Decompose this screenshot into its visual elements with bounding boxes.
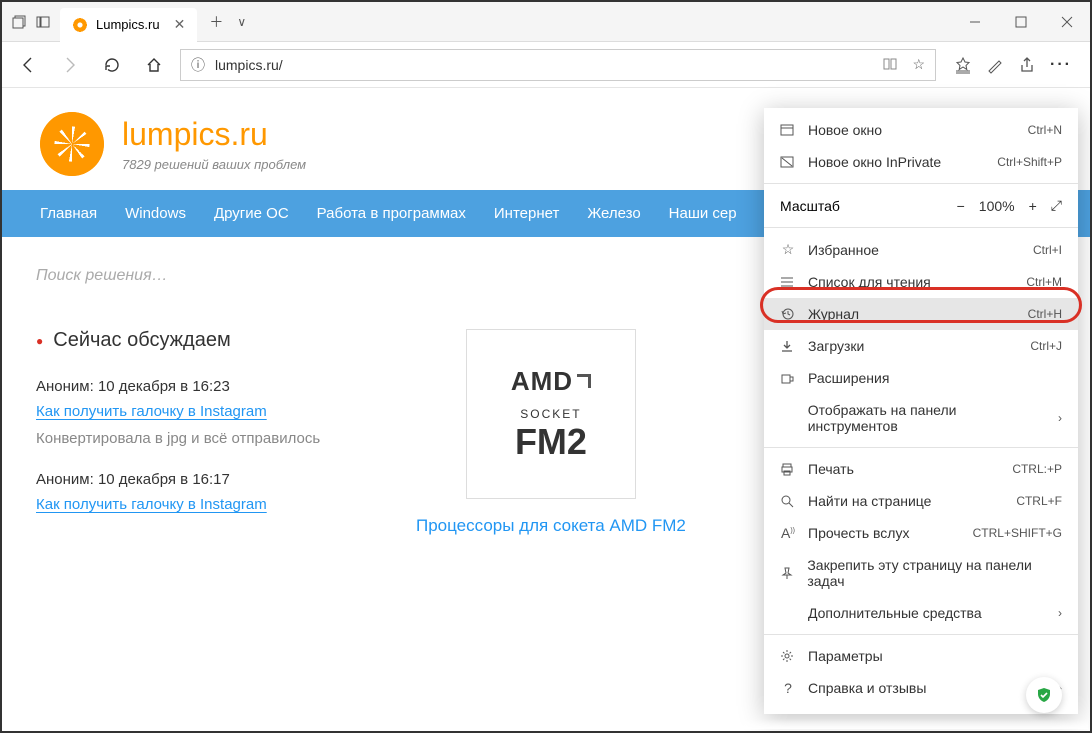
menu-extensions[interactable]: Расширения <box>764 362 1078 394</box>
titlebar: Lumpics.ru ✕ ＋ ∨ <box>2 2 1090 42</box>
zoom-in-button[interactable]: + <box>1029 198 1037 214</box>
extension-icon <box>780 371 796 385</box>
address-bar: ⓘ lumpics.ru/ ☆ ··· <box>2 42 1090 88</box>
comment-meta: Аноним: 10 декабря в 16:23 <box>36 378 356 395</box>
comment-link[interactable]: Как получить галочку в Instagram <box>36 496 267 513</box>
menu-new-inprivate[interactable]: Новое окно InPrivateCtrl+Shift+P <box>764 146 1078 178</box>
list-icon <box>780 275 796 289</box>
amd-arrow-icon <box>577 374 591 388</box>
menu-print[interactable]: ПечатьCTRL:+P <box>764 453 1078 485</box>
search-icon <box>780 494 796 508</box>
search-input[interactable]: Поиск решения… <box>36 267 168 284</box>
zoom-value: 100% <box>979 198 1015 214</box>
notes-icon[interactable] <box>986 56 1004 74</box>
fullscreen-icon[interactable]: ⤢ <box>1051 197 1062 214</box>
nav-item[interactable]: Другие ОС <box>200 190 303 237</box>
comment-body: Конвертировала в jpg и всё отправилось <box>36 428 356 449</box>
inprivate-icon <box>780 155 796 169</box>
close-window-button[interactable] <box>1044 2 1090 42</box>
home-button[interactable] <box>138 49 170 81</box>
favorites-hub-icon[interactable] <box>954 56 972 74</box>
article-link[interactable]: Процессоры для сокета AMD FM2 <box>416 516 686 535</box>
tab-title: Lumpics.ru <box>96 17 160 32</box>
nav-item[interactable]: Железо <box>573 190 654 237</box>
url-text: lumpics.ru/ <box>215 57 872 73</box>
site-name[interactable]: lumpics.ru <box>122 116 306 153</box>
comment-item: Аноним: 10 декабря в 16:17 Как получить … <box>36 471 356 521</box>
tab-close-icon[interactable]: ✕ <box>168 16 186 33</box>
menu-downloads[interactable]: ЗагрузкиCtrl+J <box>764 330 1078 362</box>
menu-settings[interactable]: Параметры <box>764 640 1078 672</box>
maximize-button[interactable] <box>998 2 1044 42</box>
help-icon: ? <box>780 680 796 696</box>
menu-pin[interactable]: Закрепить эту страницу на панели задач <box>764 549 1078 597</box>
minimize-button[interactable] <box>952 2 998 42</box>
nav-item[interactable]: Наши сер <box>655 190 751 237</box>
menu-history[interactable]: ЖурналCtrl+H <box>764 298 1078 330</box>
nav-item[interactable]: Работа в программах <box>303 190 480 237</box>
info-icon[interactable]: ⓘ <box>191 55 205 75</box>
nav-item[interactable]: Главная <box>26 190 111 237</box>
site-tagline: 7829 решений ваших проблем <box>122 157 306 172</box>
window-icon <box>780 123 796 137</box>
menu-read-aloud[interactable]: A)) Прочесть вслухCTRL+SHIFT+G <box>764 517 1078 549</box>
comment-meta: Аноним: 10 декабря в 16:17 <box>36 471 356 488</box>
pin-icon <box>780 566 795 580</box>
favorite-star-icon[interactable]: ☆ <box>912 56 925 73</box>
history-icon <box>780 307 796 321</box>
chevron-right-icon: › <box>1058 411 1062 425</box>
site-logo-icon[interactable] <box>40 112 104 176</box>
download-icon <box>780 339 796 353</box>
read-aloud-icon: A)) <box>780 525 796 541</box>
url-input[interactable]: ⓘ lumpics.ru/ ☆ <box>180 49 936 81</box>
chevron-right-icon: › <box>1058 606 1062 620</box>
widget-title: Сейчас обсуждаем <box>36 329 356 352</box>
menu-zoom: Масштаб − 100% + ⤢ <box>764 189 1078 222</box>
menu-find[interactable]: Найти на страницеCTRL+F <box>764 485 1078 517</box>
star-icon: ☆ <box>780 241 796 258</box>
comment-link[interactable]: Как получить галочку в Instagram <box>36 403 267 420</box>
menu-reading-list[interactable]: Список для чтенияCtrl+M <box>764 266 1078 298</box>
security-badge-icon[interactable] <box>1026 677 1062 713</box>
settings-menu: Новое окноCtrl+N Новое окно InPrivateCtr… <box>764 108 1078 714</box>
menu-more-tools[interactable]: Дополнительные средства› <box>764 597 1078 629</box>
nav-item[interactable]: Windows <box>111 190 200 237</box>
menu-favorites[interactable]: ☆ ИзбранноеCtrl+I <box>764 233 1078 266</box>
article-thumbnail[interactable]: AMD SOCKET FM2 <box>466 329 636 499</box>
tab-preview-icon[interactable] <box>12 15 26 29</box>
comment-item: Аноним: 10 декабря в 16:23 Как получить … <box>36 378 356 449</box>
gear-icon <box>780 649 796 663</box>
browser-tab[interactable]: Lumpics.ru ✕ <box>60 8 197 42</box>
menu-new-window[interactable]: Новое окноCtrl+N <box>764 114 1078 146</box>
print-icon <box>780 462 796 476</box>
refresh-button[interactable] <box>96 49 128 81</box>
forward-button[interactable] <box>54 49 86 81</box>
menu-show-toolbar[interactable]: Отображать на панели инструментов› <box>764 394 1078 442</box>
new-tab-icon[interactable]: ＋ <box>209 12 223 32</box>
share-icon[interactable] <box>1018 56 1036 74</box>
reading-view-icon[interactable] <box>882 56 898 73</box>
settings-menu-button[interactable]: ··· <box>1050 56 1072 74</box>
back-button[interactable] <box>12 49 44 81</box>
favicon-icon <box>72 17 88 33</box>
tab-dropdown-icon[interactable]: ∨ <box>237 15 246 29</box>
zoom-out-button[interactable]: − <box>957 198 965 214</box>
set-aside-icon[interactable] <box>36 15 50 29</box>
nav-item[interactable]: Интернет <box>480 190 573 237</box>
